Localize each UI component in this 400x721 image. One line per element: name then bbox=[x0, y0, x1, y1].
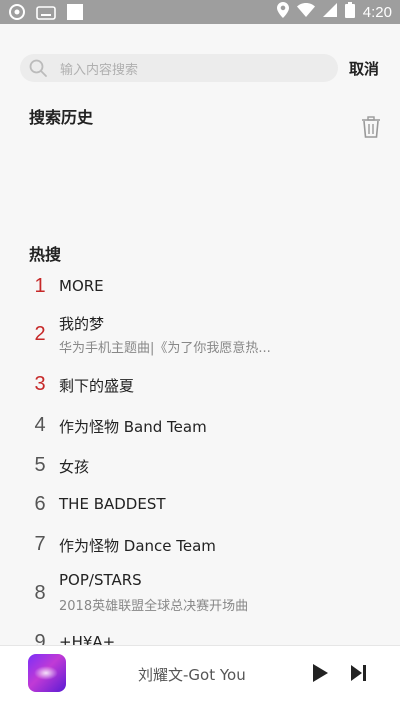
search-icon bbox=[28, 58, 48, 82]
status-time: 4:20 bbox=[362, 3, 392, 21]
square-icon bbox=[66, 3, 84, 25]
search-placeholder: 输入内容搜索 bbox=[60, 63, 139, 78]
skip-next-icon[interactable] bbox=[350, 664, 368, 686]
mini-player[interactable]: 刘耀文-Got You bbox=[0, 645, 400, 721]
now-playing-title: 刘耀文-Got You bbox=[138, 666, 246, 684]
search-history-title: 搜索历史 bbox=[29, 108, 94, 127]
hot-search-title: 热搜 bbox=[29, 245, 62, 264]
song-title: THE BADDEST bbox=[59, 495, 166, 513]
search-input[interactable]: 输入内容搜索 bbox=[20, 54, 338, 82]
song-title: 作为怪物 Band Team bbox=[59, 418, 207, 436]
battery-icon bbox=[344, 2, 355, 22]
hot-item-1[interactable]: 1 MORE bbox=[0, 275, 400, 299]
hot-item-2[interactable]: 2 我的梦 华为手机主题曲|《为了你我愿意热... bbox=[0, 313, 400, 361]
song-subtitle: 2018英雄联盟全球总决赛开场曲 bbox=[59, 599, 249, 614]
search-row: 输入内容搜索 bbox=[0, 40, 400, 96]
wifi-icon bbox=[296, 3, 315, 21]
hot-item-5[interactable]: 5 女孩 bbox=[0, 454, 400, 478]
location-icon bbox=[276, 2, 289, 22]
trash-icon[interactable] bbox=[361, 116, 381, 142]
song-title: 女孩 bbox=[59, 458, 90, 476]
album-cover[interactable] bbox=[28, 654, 66, 692]
rank-number: 5 bbox=[34, 454, 46, 476]
song-title: 我的梦 bbox=[59, 315, 105, 333]
rank-number: 3 bbox=[34, 373, 46, 395]
song-title: 作为怪物 Dance Team bbox=[59, 537, 216, 555]
hot-item-7[interactable]: 7 作为怪物 Dance Team bbox=[0, 533, 400, 557]
rank-number: 2 bbox=[34, 323, 46, 345]
song-subtitle: 华为手机主题曲|《为了你我愿意热... bbox=[59, 341, 271, 356]
status-bar: 4:20 bbox=[0, 0, 400, 24]
rank-number: 7 bbox=[34, 533, 46, 555]
hot-item-4[interactable]: 4 作为怪物 Band Team bbox=[0, 414, 400, 438]
cancel-button[interactable]: 取消 bbox=[349, 58, 379, 79]
rank-number: 4 bbox=[34, 414, 46, 436]
song-title: POP/STARS bbox=[59, 571, 142, 589]
play-icon[interactable] bbox=[311, 663, 329, 687]
hot-item-3[interactable]: 3 剩下的盛夏 bbox=[0, 373, 400, 397]
song-title: 剩下的盛夏 bbox=[59, 377, 135, 395]
rank-number: 1 bbox=[34, 275, 46, 297]
song-title: MORE bbox=[59, 277, 104, 295]
hot-item-6[interactable]: 6 THE BADDEST bbox=[0, 493, 400, 517]
sync-icon bbox=[8, 3, 26, 25]
hot-item-8[interactable]: 8 POP/STARS 2018英雄联盟全球总决赛开场曲 bbox=[0, 571, 400, 619]
rank-number: 8 bbox=[34, 582, 46, 604]
signal-icon bbox=[322, 3, 337, 21]
rank-number: 6 bbox=[34, 493, 46, 515]
keyboard-icon bbox=[36, 5, 56, 24]
